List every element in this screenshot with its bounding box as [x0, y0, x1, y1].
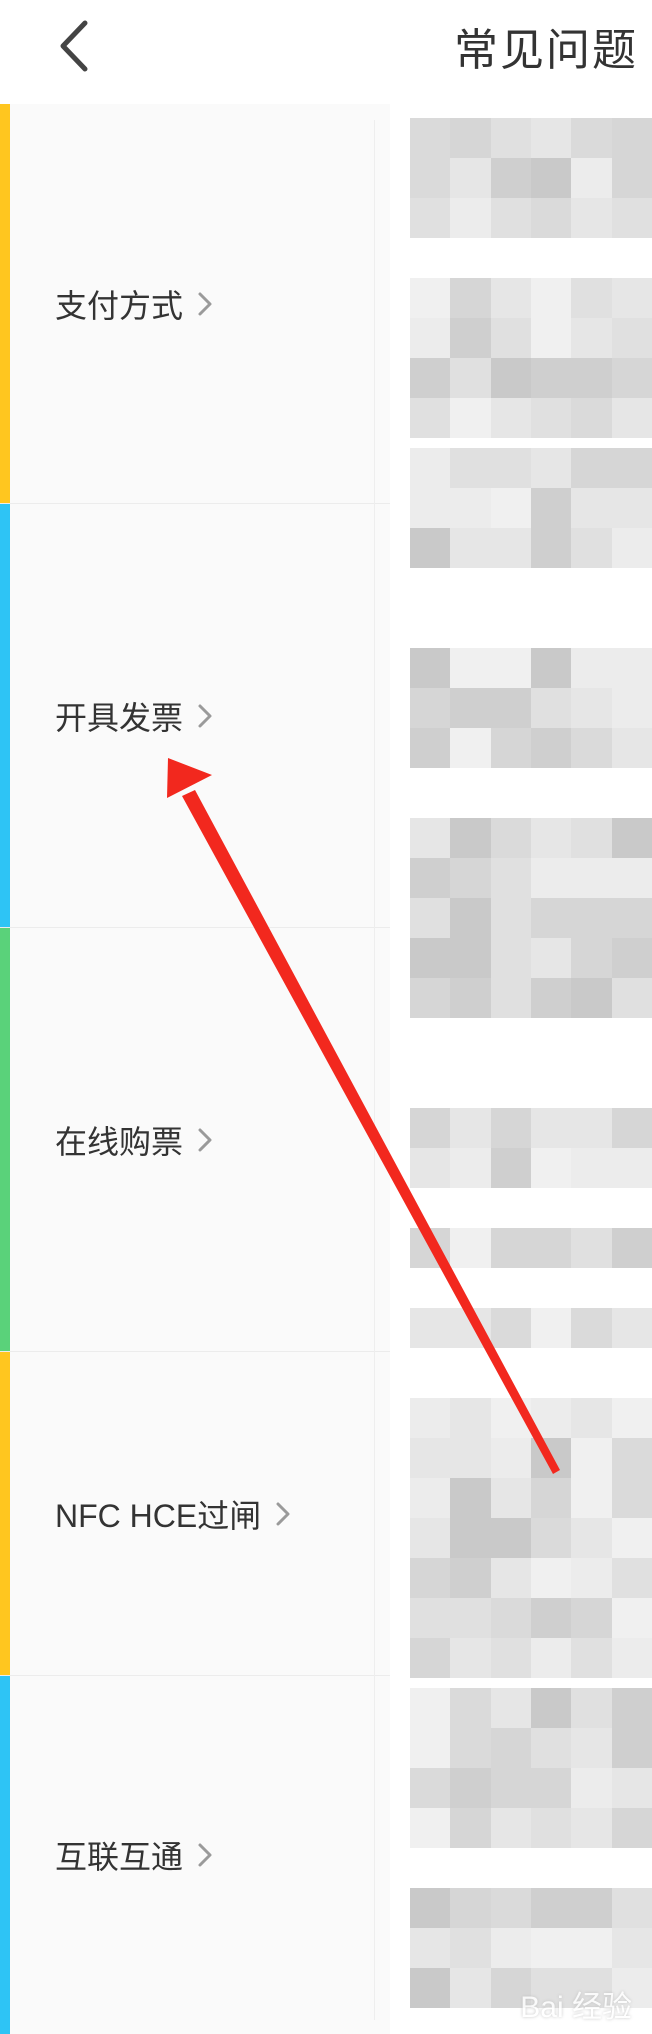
red-arrow-annotation — [167, 758, 560, 1474]
watermark-logo: Bai 经验 — [520, 1991, 632, 2024]
arrow-head — [167, 758, 212, 798]
arrow-shaft — [182, 790, 560, 1474]
